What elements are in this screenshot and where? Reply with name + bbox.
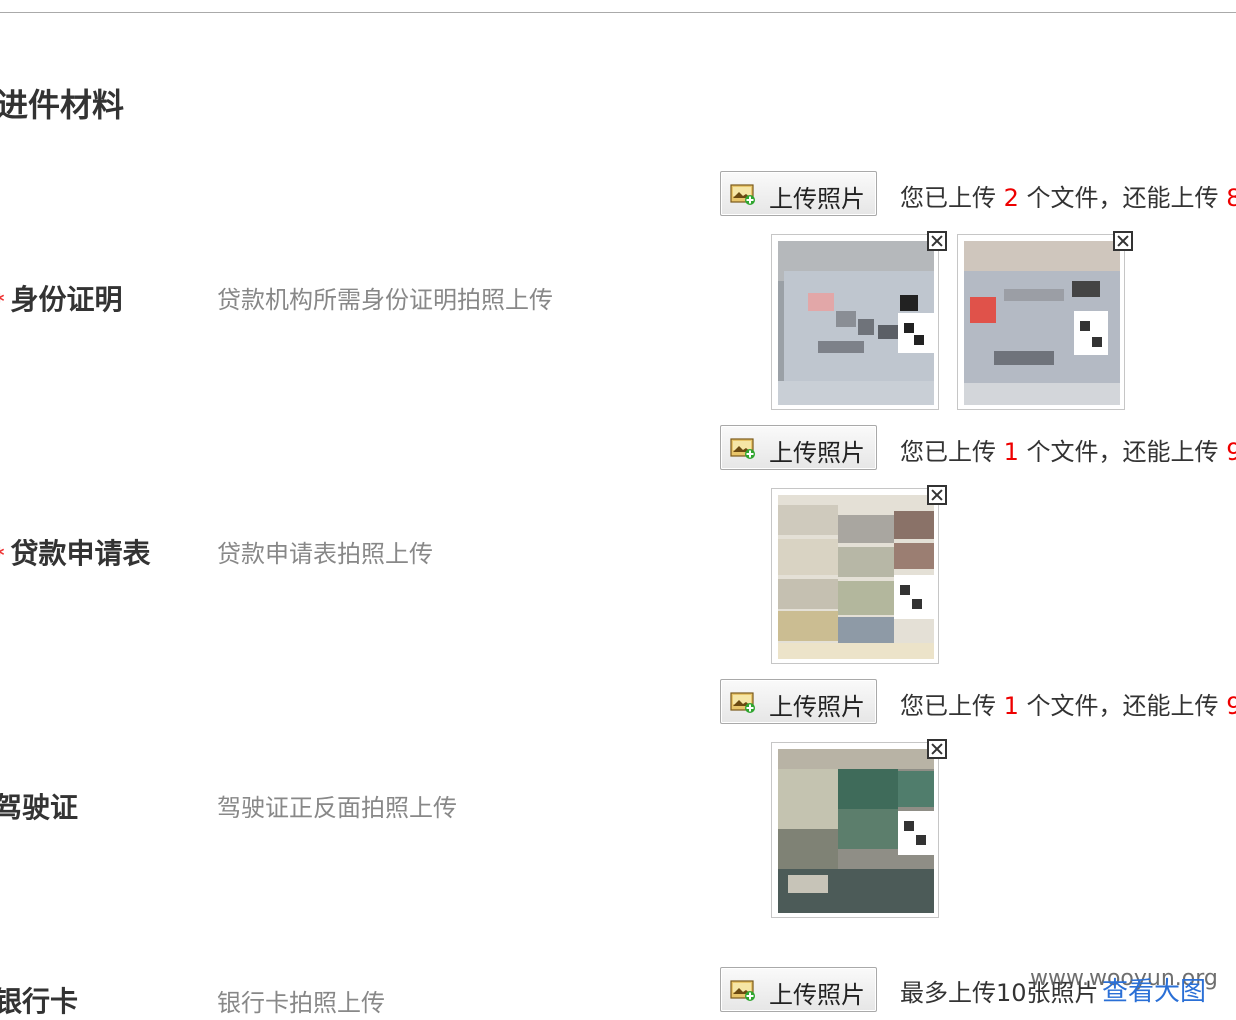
- driver-license-photo: [778, 749, 934, 913]
- uploaded-photo-thumbnail[interactable]: [771, 742, 939, 918]
- upload-button-label: 上传照片: [769, 185, 865, 213]
- image-add-icon: [730, 438, 755, 459]
- uploaded-photo-thumbnail[interactable]: [771, 234, 939, 410]
- upload-status-driver-license: 您已上传 1 个文件，还能上传 9: [900, 686, 1236, 721]
- required-star-icon: *: [0, 289, 4, 313]
- image-add-icon: [730, 980, 755, 1001]
- remove-photo-button[interactable]: [927, 485, 947, 505]
- remaining-count: 9: [1226, 692, 1236, 720]
- upload-photo-button-bank-card[interactable]: 上传照片: [720, 967, 877, 1012]
- row-label-loan-application: *贷款申请表: [0, 532, 150, 572]
- row-label-bank-card: 银行卡: [0, 985, 79, 1018]
- upload-button-label: 上传照片: [769, 439, 865, 467]
- upload-button-label: 上传照片: [769, 981, 865, 1009]
- id-card-photo: [778, 241, 934, 405]
- uploaded-count: 1: [1003, 438, 1019, 466]
- image-add-icon: [730, 692, 755, 713]
- uploaded-count: 2: [1003, 184, 1019, 212]
- uploaded-count: 1: [1003, 692, 1019, 720]
- upload-status-id-proof: 您已上传 2 个文件，还能上传 8: [900, 178, 1236, 213]
- remaining-count: 9: [1226, 438, 1236, 466]
- remove-photo-button[interactable]: [1113, 231, 1133, 251]
- row-hint-driver-license: 驾驶证正反面拍照上传: [217, 794, 457, 822]
- row-hint-loan-application: 贷款申请表拍照上传: [217, 540, 433, 568]
- section-title: 进件材料: [0, 86, 125, 124]
- upload-button-label: 上传照片: [769, 693, 865, 721]
- view-large-image-link[interactable]: 查看大图: [1102, 971, 1206, 1008]
- application-form-photo: [778, 495, 934, 659]
- top-divider: [0, 12, 1236, 13]
- upload-photo-button-loan-application[interactable]: 上传照片: [720, 425, 877, 470]
- image-add-icon: [730, 184, 755, 205]
- upload-photo-button-driver-license[interactable]: 上传照片: [720, 679, 877, 724]
- id-card-photo: [964, 241, 1120, 405]
- row-hint-id-proof: 贷款机构所需身份证明拍照上传: [217, 286, 553, 314]
- uploaded-photo-thumbnail[interactable]: [957, 234, 1125, 410]
- required-star-icon: *: [0, 543, 4, 567]
- row-hint-bank-card: 银行卡拍照上传: [217, 989, 385, 1017]
- remove-photo-button[interactable]: [927, 739, 947, 759]
- row-label-driver-license: 驾驶证: [0, 791, 79, 824]
- row-label-id-proof: *身份证明: [0, 278, 122, 318]
- remove-photo-button[interactable]: [927, 231, 947, 251]
- upload-status-loan-application: 您已上传 1 个文件，还能上传 9: [900, 432, 1236, 467]
- remaining-count: 8: [1226, 184, 1236, 212]
- upload-photo-button-id-proof[interactable]: 上传照片: [720, 171, 877, 216]
- uploaded-photo-thumbnail[interactable]: [771, 488, 939, 664]
